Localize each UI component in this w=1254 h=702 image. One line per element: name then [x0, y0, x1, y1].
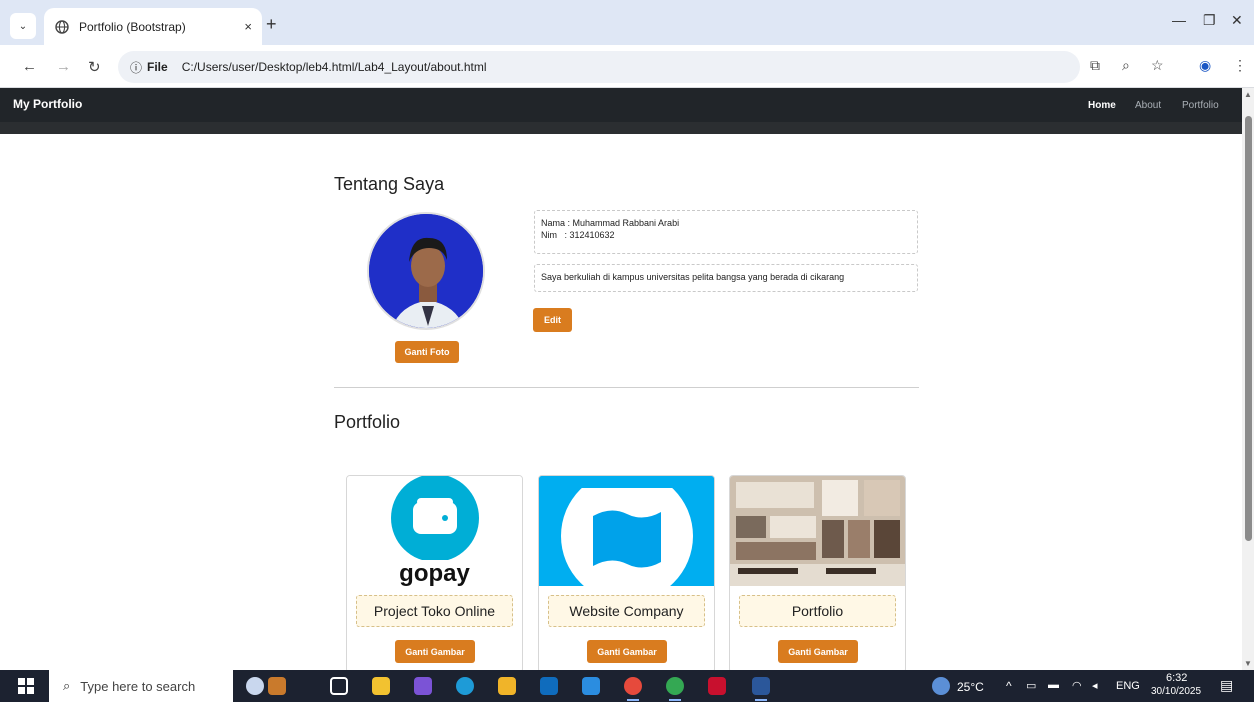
change-image-button[interactable]: Ganti Gambar — [778, 640, 858, 663]
volume-icon[interactable]: ◂ — [1092, 679, 1098, 692]
portfolio-title: Portfolio — [334, 412, 401, 432]
copilot-icon[interactable] — [414, 677, 432, 695]
site-navbar: My Portfolio Home About Portfolio — [0, 88, 1242, 122]
bio-text: Saya berkuliah di kampus universitas pel… — [541, 272, 845, 282]
card-caption: Project Toko Online — [356, 595, 513, 627]
scroll-down-icon[interactable]: ▼ — [1244, 659, 1252, 668]
identity-box: Nama : Muhammad Rabbani Arabi Nim : 3124… — [534, 210, 918, 254]
clock-date[interactable]: 30/10/2025 — [1151, 686, 1201, 697]
close-window-icon[interactable]: ✕ — [1231, 12, 1243, 29]
nav-link-about[interactable]: About — [1135, 100, 1161, 111]
portfolio-card: Portfolio Ganti Gambar — [729, 475, 906, 670]
temperature-text[interactable]: 25°C — [957, 680, 984, 694]
nim-text: Nim : 312410632 — [541, 230, 615, 240]
tab-search-chevron-icon[interactable]: ⌄ — [10, 13, 36, 39]
about-title: Tentang Saya — [334, 174, 445, 194]
url-text[interactable]: C:/Users/user/Desktop/leb4.html/Lab4_Lay… — [182, 60, 487, 74]
portfolio-card: Website Company Ganti Gambar — [538, 475, 715, 670]
translate-icon[interactable]: ⧉ — [1090, 57, 1100, 74]
windows-start-icon[interactable] — [18, 678, 34, 694]
file-scheme-label: File — [147, 60, 168, 74]
wifi-icon[interactable]: ◠ — [1072, 679, 1082, 692]
weather-widget-icon[interactable] — [246, 677, 264, 695]
browser-tab[interactable]: Portfolio (Bootstrap) × — [44, 8, 262, 45]
bookmark-star-icon[interactable]: ☆ — [1151, 57, 1164, 74]
tab-title: Portfolio (Bootstrap) — [79, 19, 186, 34]
taskbar-search-box[interactable]: ⌕ Type here to search — [49, 670, 233, 702]
edit-button[interactable]: Edit — [533, 308, 572, 332]
chrome-profile-icon[interactable] — [666, 677, 684, 701]
task-view-icon[interactable] — [330, 677, 348, 695]
pdf-reader-icon[interactable] — [708, 677, 726, 695]
name-text: Nama : Muhammad Rabbani Arabi — [541, 218, 680, 228]
gopay-logo-text: gopay — [399, 560, 470, 586]
outlook-icon[interactable] — [540, 677, 558, 695]
navbar-shadow-band — [0, 122, 1242, 134]
windows-taskbar: ⌕ Type here to search 25°C ^ ▭ ▬ ◠ ◂ ENG… — [0, 670, 1254, 702]
tab-close-icon[interactable]: × — [244, 19, 252, 34]
notification-icon[interactable]: ▤ — [1220, 677, 1233, 694]
menu-kebab-icon[interactable]: ⋮ — [1233, 57, 1247, 74]
store-icon[interactable] — [372, 677, 390, 695]
search-icon: ⌕ — [63, 678, 71, 693]
restore-icon[interactable]: ❐ — [1203, 12, 1216, 29]
taskbar-search-placeholder: Type here to search — [80, 678, 196, 694]
browser-tabstrip: ⌄ Portfolio (Bootstrap) × + — ❐ ✕ — [0, 0, 1254, 45]
clock-time[interactable]: 6:32 — [1166, 672, 1187, 684]
battery-icon[interactable]: ▬ — [1048, 679, 1059, 691]
card-caption: Website Company — [548, 595, 705, 627]
change-image-button[interactable]: Ganti Gambar — [587, 640, 667, 663]
nav-link-portfolio[interactable]: Portfolio — [1182, 100, 1219, 111]
section-divider — [334, 387, 919, 388]
page-viewport: My Portfolio Home About Portfolio Tentan… — [0, 88, 1242, 670]
camel-widget-icon[interactable] — [268, 677, 286, 695]
navbar-brand[interactable]: My Portfolio — [13, 97, 82, 111]
nav-link-home[interactable]: Home — [1088, 100, 1116, 111]
chrome-icon[interactable] — [624, 677, 642, 701]
scrollbar-thumb[interactable] — [1245, 116, 1252, 541]
minimize-icon[interactable]: — — [1172, 12, 1186, 28]
bio-box: Saya berkuliah di kampus universitas pel… — [534, 264, 918, 292]
company-logo-image — [539, 476, 714, 586]
browser-toolbar: ← → ↻ ⓘ File C:/Users/user/Desktop/leb4.… — [0, 45, 1254, 88]
profile-photo — [367, 212, 485, 330]
scroll-up-icon[interactable]: ▲ — [1244, 90, 1252, 99]
portfolio-card: gopay Project Toko Online Ganti Gambar — [346, 475, 523, 670]
change-photo-button[interactable]: Ganti Foto — [395, 341, 459, 363]
forward-icon[interactable]: → — [56, 58, 71, 75]
site-info-icon[interactable]: ⓘ — [130, 59, 142, 76]
globe-icon — [54, 19, 70, 35]
edge-icon[interactable] — [456, 677, 474, 695]
file-explorer-icon[interactable] — [498, 677, 516, 695]
tray-chevron-icon[interactable]: ^ — [1006, 679, 1012, 693]
tray-app-icon[interactable]: ▭ — [1026, 679, 1036, 692]
portfolio-collage-image — [730, 476, 905, 586]
back-icon[interactable]: ← — [22, 58, 37, 75]
address-bar[interactable]: ⓘ File C:/Users/user/Desktop/leb4.html/L… — [118, 51, 1080, 83]
page-scrollbar[interactable]: ▲ ▼ — [1242, 88, 1254, 670]
vscode-icon[interactable] — [582, 677, 600, 695]
reload-icon[interactable]: ↻ — [88, 58, 101, 76]
weather-icon[interactable] — [932, 677, 950, 695]
gopay-logo-image: gopay — [347, 476, 522, 586]
card-caption: Portfolio — [739, 595, 896, 627]
new-tab-button[interactable]: + — [266, 14, 277, 35]
zoom-icon[interactable]: ⌕ — [1122, 57, 1130, 74]
profile-icon[interactable]: ◉ — [1199, 57, 1211, 74]
change-image-button[interactable]: Ganti Gambar — [395, 640, 475, 663]
language-indicator[interactable]: ENG — [1116, 680, 1140, 692]
word-icon[interactable] — [752, 677, 770, 701]
